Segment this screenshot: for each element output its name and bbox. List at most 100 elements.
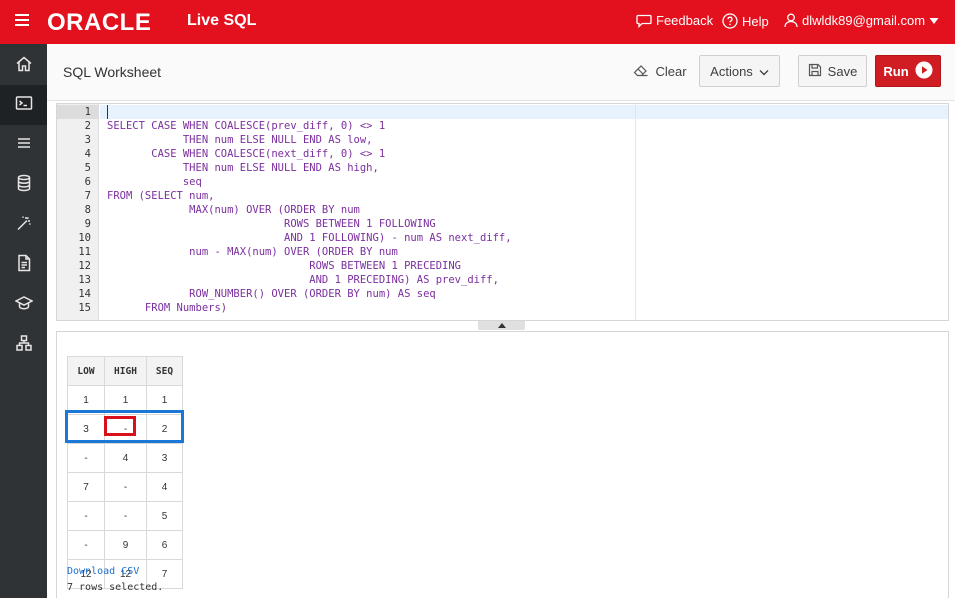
user-email: dlwldk89@gmail.com [802,13,926,28]
table-row: - - 5 [67,501,183,531]
eraser-icon [633,63,649,80]
sidebar-item-list[interactable] [0,125,47,165]
code-line: THEN num ELSE NULL END AS low, [107,134,373,146]
pane-splitter-handle[interactable] [478,321,525,330]
code-line: seq [107,176,202,188]
worksheet-header: SQL Worksheet Clear Actions Save Run [47,44,955,101]
table-row: - 4 3 [67,443,183,473]
clear-button[interactable]: Clear [633,55,687,87]
graduation-cap-icon [13,295,34,316]
line-number: 6 [84,176,91,188]
table-cell: - [104,472,147,502]
page-title: SQL Worksheet [63,64,162,80]
column-header-seq: SEQ [146,356,183,386]
magic-wand-icon [15,214,33,237]
run-button[interactable]: Run [875,55,941,87]
code-line: ROW_NUMBER() OVER (ORDER BY num) AS seq [107,288,436,300]
sidebar-item-home[interactable] [0,46,47,86]
product-name[interactable]: Live SQL [187,12,256,30]
code-line: SELECT CASE WHEN COALESCE(prev_diff, 0) … [107,120,386,132]
document-icon [16,254,32,277]
table-cell: 1 [67,385,105,415]
line-number: 13 [78,274,91,286]
actions-label: Actions [710,63,753,79]
line-number: 9 [84,218,91,230]
line-number: 2 [84,120,91,132]
home-icon [15,55,33,78]
line-number: 3 [84,134,91,146]
results-table: LOW HIGH SEQ 1 1 1 3 - 2 - 4 3 7 - 4 - -… [67,356,183,589]
code-line: THEN num ELSE NULL END AS high, [107,162,379,174]
rows-selected-status: 7 rows selected. [67,582,164,593]
table-row: 1 1 1 [67,385,183,415]
caret-down-icon [929,17,939,25]
table-cell: 4 [146,472,183,502]
oracle-logo[interactable]: ORACLE [47,9,151,37]
sidebar-item-scripts[interactable] [0,245,47,285]
play-circle-icon [915,61,933,82]
save-label: Save [827,63,858,79]
line-number: 15 [78,302,91,314]
hamburger-menu-icon[interactable] [15,14,29,26]
line-number: 8 [84,204,91,216]
line-number: 4 [84,148,91,160]
sql-editor[interactable]: 1 2 3 4 5 6 7 8 9 10 11 12 13 14 15 SELE… [56,103,949,321]
speech-bubble-icon [636,14,652,28]
code-line: AND 1 FOLLOWING) - num AS next_diff, [107,232,512,244]
line-number: 10 [78,232,91,244]
sidebar-item-sql-worksheet[interactable] [0,85,47,125]
table-header-row: LOW HIGH SEQ [67,356,183,386]
chevron-down-icon [759,64,769,79]
save-button[interactable]: Save [798,55,867,87]
print-margin [635,104,636,320]
terminal-icon [15,95,33,116]
run-label: Run [883,63,909,79]
actions-menu-button[interactable]: Actions [699,55,780,87]
table-row: - 9 6 [67,530,183,560]
sidebar-item-tutorials[interactable] [0,285,47,325]
column-header-high: HIGH [104,356,147,386]
code-line: ROWS BETWEEN 1 FOLLOWING [107,218,436,230]
results-pane: LOW HIGH SEQ 1 1 1 3 - 2 - 4 3 7 - 4 - -… [56,331,949,598]
table-cell: 7 [67,472,105,502]
line-number: 11 [78,246,91,258]
download-csv-link[interactable]: Download CSV [67,566,139,577]
line-number: 12 [78,260,91,272]
code-line: ROWS BETWEEN 1 PRECEDING [107,260,462,272]
table-cell: - [104,501,147,531]
help-link[interactable]: Help [722,13,769,29]
user-menu[interactable]: dlwldk89@gmail.com [784,13,939,28]
collapse-up-icon [497,323,506,328]
help-label: Help [742,13,769,29]
table-cell: 3 [67,414,105,444]
table-cell: 4 [104,443,147,473]
feedback-link[interactable]: Feedback [636,13,713,28]
floppy-disk-icon [808,63,822,80]
line-number-gutter: 1 2 3 4 5 6 7 8 9 10 11 12 13 14 15 [57,104,99,320]
table-cell: - [67,530,105,560]
active-line-gutter [57,105,99,119]
table-cell: 5 [146,501,183,531]
code-line: AND 1 PRECEDING) AS prev_diff, [107,274,499,286]
database-icon [16,174,32,197]
column-header-low: LOW [67,356,105,386]
sidebar-item-schema[interactable] [0,325,47,365]
table-cell: - [67,443,105,473]
clear-label: Clear [655,63,687,79]
line-number: 14 [78,288,91,300]
code-line: CASE WHEN COALESCE(next_diff, 0) <> 1 [107,148,386,160]
code-line: FROM (SELECT num, [107,190,215,202]
code-line: FROM Numbers) [107,302,228,314]
code-line: MAX(num) OVER (ORDER BY num [107,204,360,216]
user-icon [784,13,798,28]
sidebar-item-database[interactable] [0,165,47,205]
code-lines[interactable]: SELECT CASE WHEN COALESCE(prev_diff, 0) … [107,105,512,315]
code-line: num - MAX(num) OVER (ORDER BY num [107,246,398,258]
sidebar-item-quick-sql[interactable] [0,205,47,245]
schema-icon [15,334,33,357]
table-cell: - [67,501,105,531]
line-number: 1 [84,106,91,118]
list-icon [15,135,33,156]
table-cell: 9 [104,530,147,560]
